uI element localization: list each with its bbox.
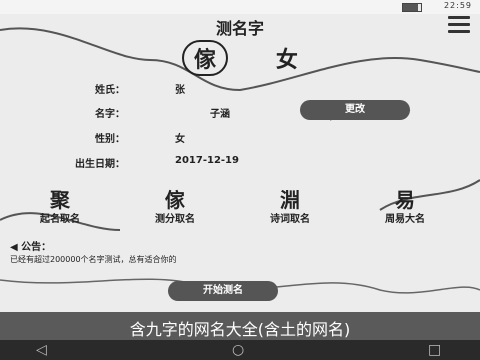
name-characters: 傢 女: [0, 40, 480, 76]
name-char-1: 傢: [182, 40, 229, 76]
function-label: 测分取名: [155, 214, 195, 225]
function-label: 周易大名: [385, 214, 425, 225]
page-title: 测名字: [215, 19, 264, 38]
change-button[interactable]: 更改: [300, 100, 410, 120]
score-naming-icon: 傢: [165, 188, 185, 212]
recent-apps-icon[interactable]: □: [428, 342, 441, 358]
notice-label: ◀ 公告：: [10, 242, 52, 253]
home-icon[interactable]: ○: [232, 342, 244, 358]
naming-icon: 聚: [50, 188, 70, 212]
notice-text: 已经有超过200000个名字测试，总有适合你的: [10, 255, 177, 264]
start-test-button[interactable]: 开始测名: [168, 281, 278, 301]
function-zhouyi-naming[interactable]: 易 周易大名: [350, 184, 460, 225]
caption-bar: 含九字的网名大全(含土的网名): [0, 312, 480, 340]
gender-value: 女: [175, 134, 185, 145]
function-naming[interactable]: 聚 起名取名: [5, 184, 115, 225]
gender-label: 性别：: [95, 134, 125, 145]
birthdate-label: 出生日期：: [75, 159, 125, 170]
poem-naming-icon: 淵: [280, 188, 300, 212]
caption-text: 含九字的网名大全(含土的网名): [129, 320, 351, 339]
function-label: 诗词取名: [270, 214, 310, 225]
name-char-2: 女: [275, 48, 298, 73]
surname-label: 姓氏：: [95, 85, 125, 96]
navigation-bar: ◁ ○ □: [0, 340, 480, 360]
status-time: 22:59: [443, 1, 472, 10]
birthdate-value: 2017-12-19: [175, 155, 239, 166]
status-bar: 22:59: [0, 0, 480, 14]
function-label: 起名取名: [40, 214, 80, 225]
battery-level: [403, 4, 419, 11]
zhouyi-naming-icon: 易: [395, 188, 415, 212]
given-name-value: 子涵: [210, 109, 230, 120]
surname-value: 张: [175, 85, 185, 96]
given-name-label: 名字：: [95, 109, 125, 120]
back-icon[interactable]: ◁: [36, 342, 47, 358]
battery-icon: [402, 3, 422, 12]
function-poem-naming[interactable]: 淵 诗词取名: [235, 184, 345, 225]
function-score-naming[interactable]: 傢 测分取名: [120, 184, 230, 225]
